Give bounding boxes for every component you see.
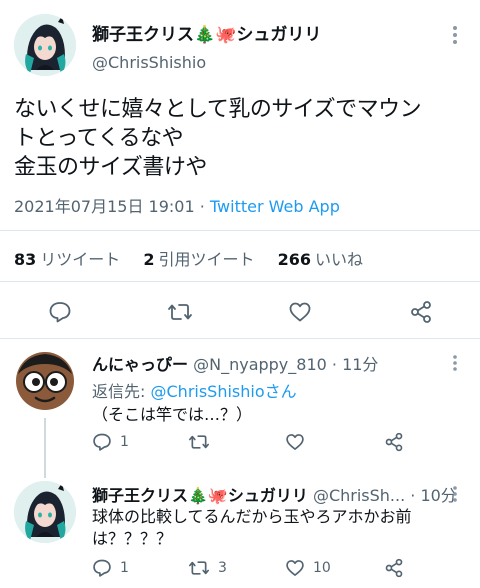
anime-avatar-image: [14, 481, 76, 543]
reply-display-name[interactable]: んにゃっぴー: [92, 355, 188, 374]
share-icon: [385, 558, 403, 578]
anime-avatar-image: [14, 14, 76, 76]
like-button[interactable]: 10: [285, 558, 331, 578]
tweet-stats: 83 リツイート 2 引用ツイート 266 いいね: [14, 246, 367, 270]
like-button[interactable]: [288, 300, 312, 324]
tweet-source-link[interactable]: Twitter Web App: [210, 197, 340, 216]
retweet-button[interactable]: [188, 432, 218, 452]
quotes-label[interactable]: 引用ツイート: [159, 250, 255, 269]
main-tweet-display-name[interactable]: 獅子王クリス🎄🐙シュガリリ: [92, 20, 321, 45]
reply-icon: [49, 302, 71, 323]
reply-button[interactable]: 1: [92, 432, 129, 452]
divider: [0, 281, 480, 282]
likes-label[interactable]: いいね: [315, 250, 363, 269]
reply-count: 1: [120, 434, 129, 450]
reply-icon: [93, 433, 111, 451]
retweets-label[interactable]: リツイート: [40, 250, 120, 269]
heart-icon: [286, 560, 304, 576]
main-tweet-meta: 2021年07月15日 19:01 · Twitter Web App: [14, 193, 340, 217]
reply-avatar[interactable]: [14, 350, 76, 412]
share-button[interactable]: [384, 558, 404, 578]
more-icon[interactable]: [452, 485, 458, 503]
replying-to-label: 返信先:: [92, 382, 146, 401]
reply-icon: [93, 559, 111, 577]
tweet-timestamp[interactable]: 2021年07月15日 19:01: [14, 197, 195, 216]
more-icon[interactable]: [452, 354, 458, 372]
like-count: 10: [313, 560, 331, 576]
reply-button[interactable]: [48, 300, 72, 324]
main-tweet-text: ないくせに嬉々として乳のサイズでマウン トとってくるなや 金玉のサイズ書けや: [14, 97, 422, 180]
more-icon[interactable]: [452, 25, 458, 45]
share-button[interactable]: [384, 432, 404, 452]
cartoon-face-avatar-image: [16, 352, 74, 410]
retweets-count[interactable]: 83: [14, 250, 36, 269]
likes-count[interactable]: 266: [278, 250, 311, 269]
reply-button[interactable]: 1: [92, 558, 129, 578]
divider: [0, 230, 480, 231]
quotes-count[interactable]: 2: [143, 250, 154, 269]
main-tweet-handle[interactable]: @ChrisShishio: [92, 53, 206, 72]
reply-header: んにゃっぴー @N_nyappy_810 · 11分: [92, 351, 378, 375]
meta-separator: ·: [199, 197, 205, 216]
retweet-icon: [188, 435, 209, 449]
thread-connector-line: [44, 418, 46, 478]
divider: [0, 338, 480, 339]
retweet-button[interactable]: 3: [188, 558, 227, 578]
reply-display-name[interactable]: 獅子王クリス🎄🐙シュガリリ: [92, 486, 308, 505]
retweet-icon: [188, 561, 209, 575]
replying-to-suffix[interactable]: さん: [265, 382, 297, 401]
reply-header: 獅子王クリス🎄🐙シュガリリ @ChrisSh... · 10分: [92, 482, 457, 506]
retweet-icon: [168, 304, 192, 320]
reply-avatar[interactable]: [14, 481, 76, 543]
main-tweet-avatar[interactable]: [14, 14, 76, 76]
retweet-count: 3: [218, 560, 227, 576]
replying-to: 返信先: @ChrisShishioさん: [92, 378, 297, 402]
reply-count: 1: [120, 560, 129, 576]
share-icon: [385, 432, 403, 452]
replying-to-handle[interactable]: @ChrisShishio: [151, 382, 265, 401]
heart-icon: [286, 434, 304, 450]
heart-icon: [289, 302, 311, 322]
reply-text: 球体の比較してるんだから玉やろアホかお前は？？？？: [92, 507, 412, 548]
like-button[interactable]: [285, 432, 313, 452]
share-icon: [411, 301, 431, 323]
reply-handle-time[interactable]: @ChrisSh... · 10分: [313, 486, 457, 505]
share-button[interactable]: [409, 300, 433, 324]
retweet-button[interactable]: [167, 300, 193, 324]
reply-text: （そこは竿では…？）: [92, 405, 253, 424]
reply-handle-time[interactable]: @N_nyappy_810 · 11分: [193, 355, 378, 374]
